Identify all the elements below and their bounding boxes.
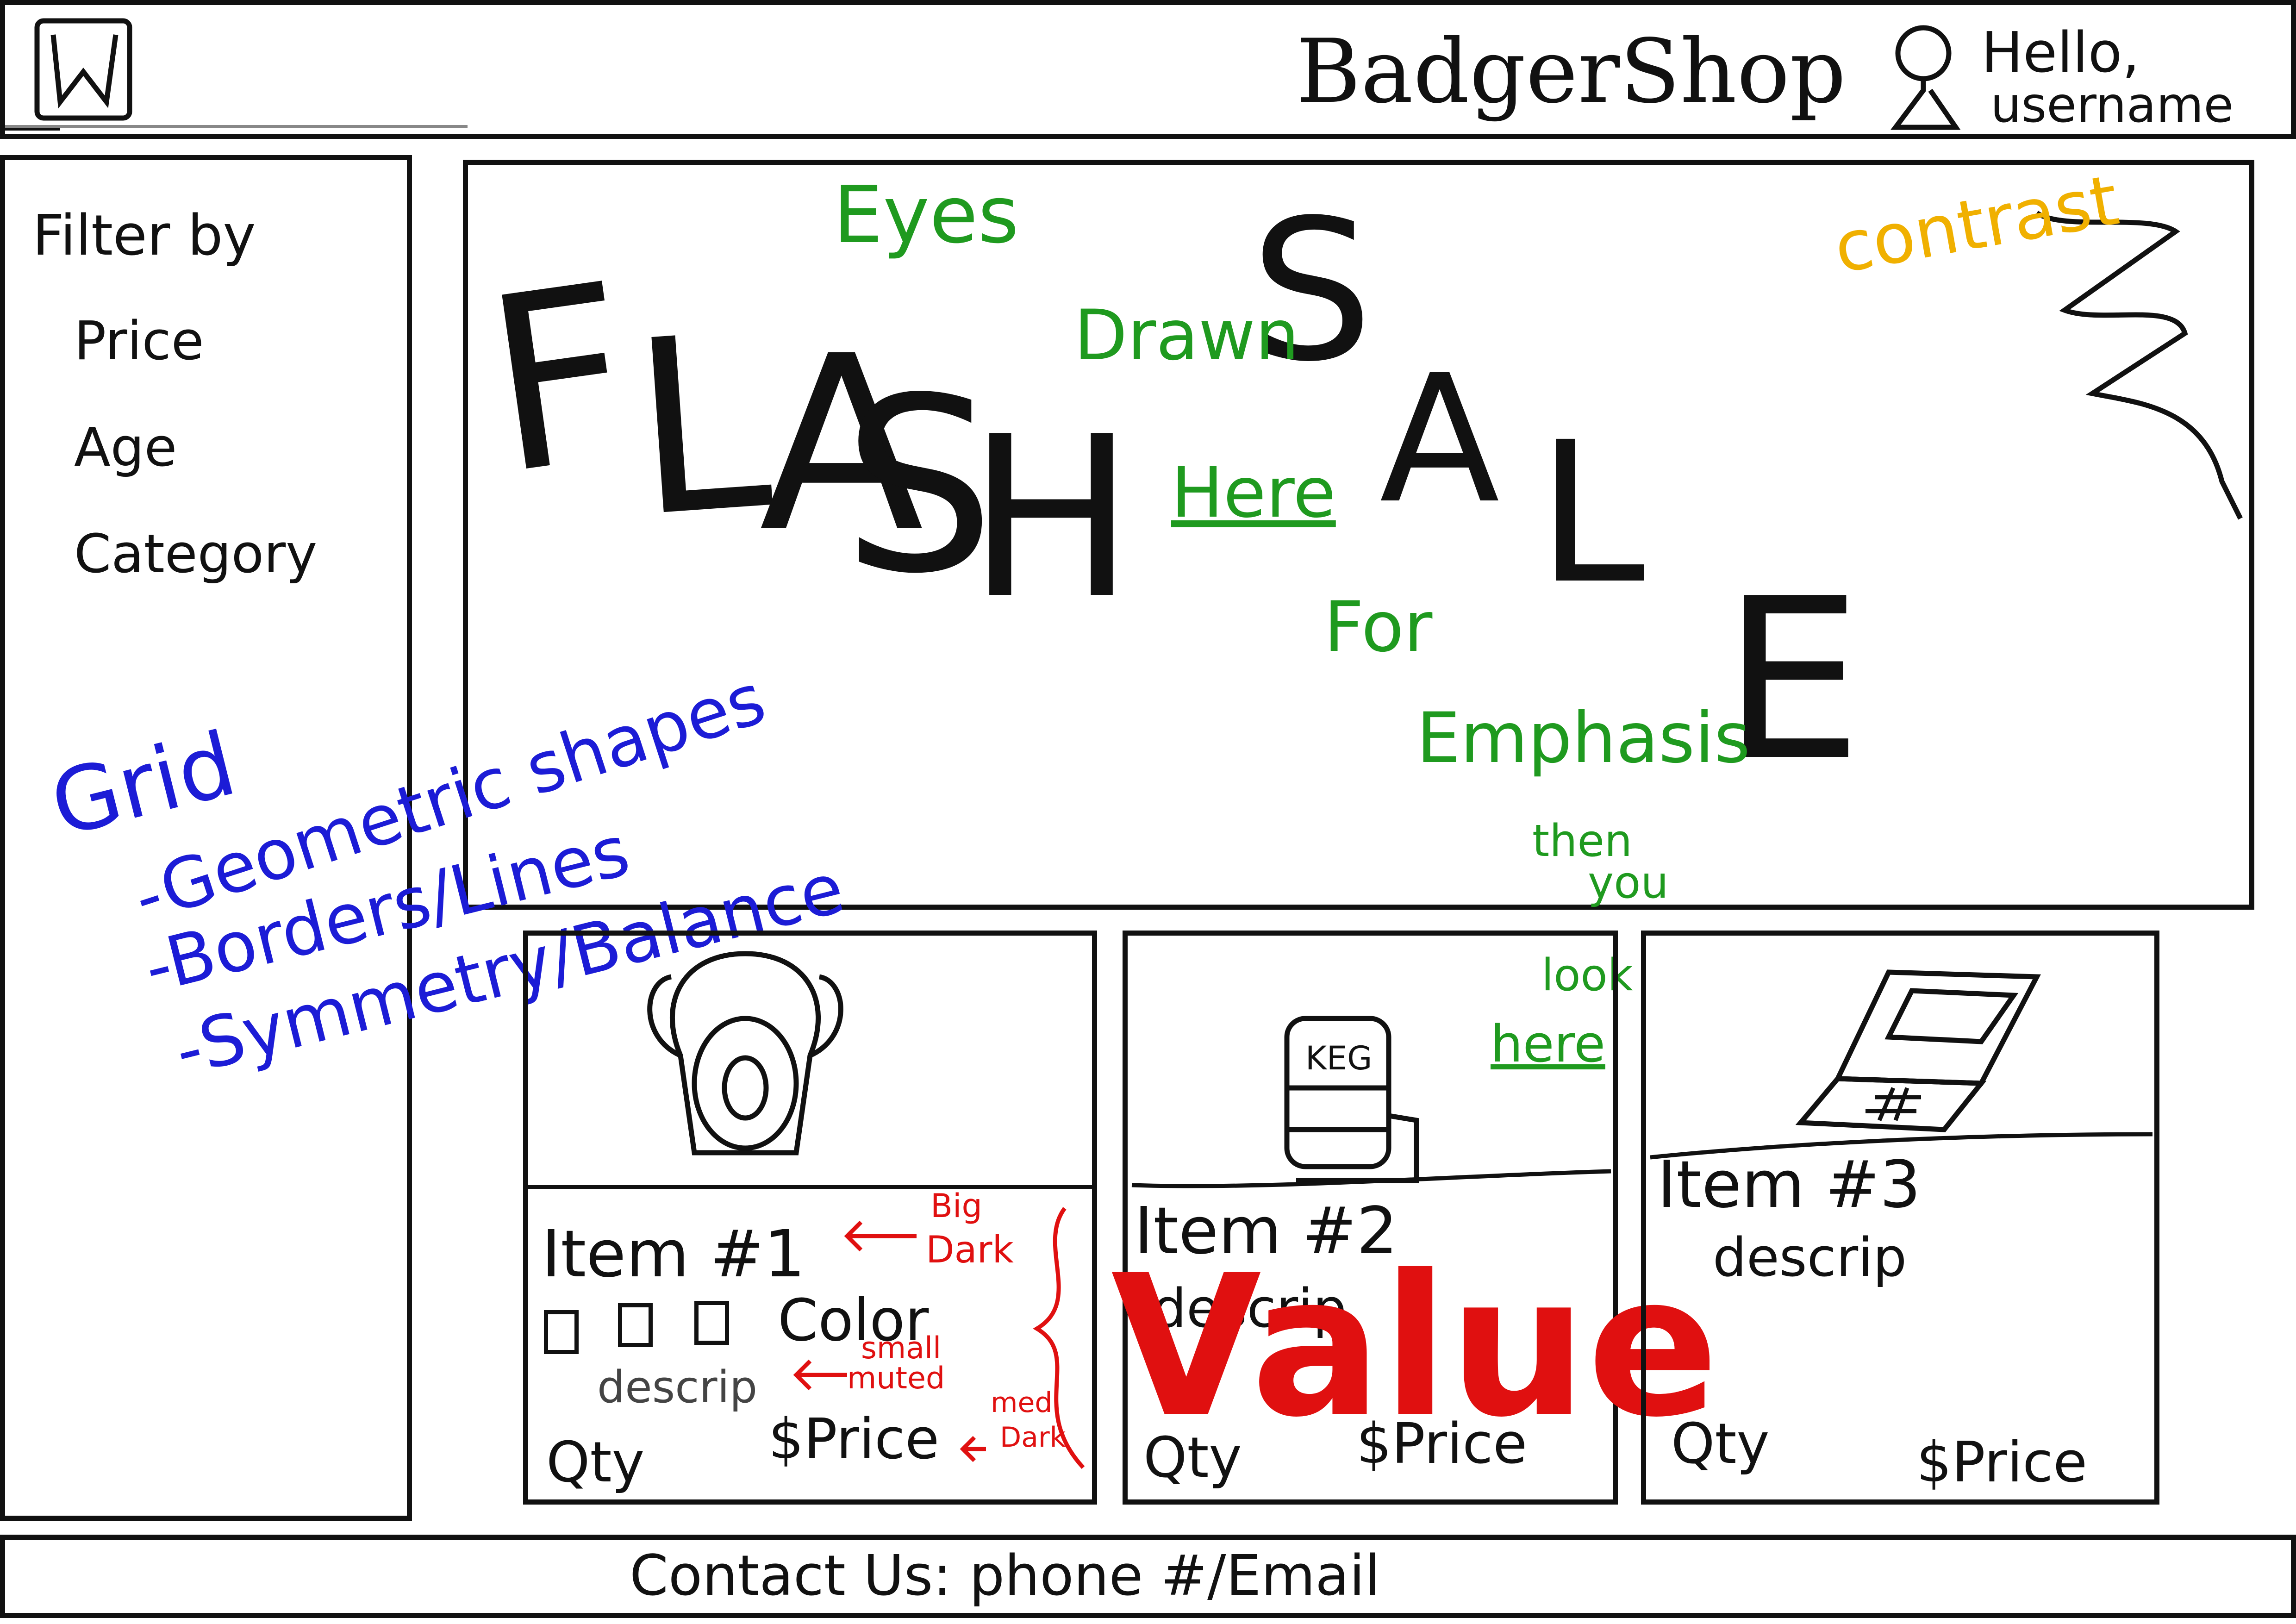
annotation-then: then [1532, 816, 1633, 867]
banner-letter: L [624, 281, 778, 571]
greeting-text: Hello, [1981, 21, 2140, 85]
filter-title: Filter by [32, 204, 256, 268]
banner-letter: L [1537, 400, 1645, 627]
backpack-icon [647, 951, 843, 1156]
product-description: descrip [597, 1362, 758, 1413]
color-swatch[interactable] [544, 1310, 579, 1354]
filter-option-category[interactable]: Category [74, 528, 317, 581]
annotation-emphasis: Emphasis [1416, 698, 1751, 779]
brand-title: BadgerShop [1296, 20, 1846, 123]
quantity-field[interactable]: Qty [1671, 1417, 1770, 1472]
username-link[interactable]: username [1990, 81, 2234, 130]
product-price: $Price [1916, 1430, 2088, 1495]
annotation-value: Value [1111, 1234, 1719, 1460]
user-avatar-icon[interactable] [1870, 21, 1972, 132]
university-w-logo-icon[interactable] [32, 16, 139, 123]
annotation-here: Here [1171, 453, 1336, 533]
filter-option-age[interactable]: Age [74, 421, 177, 475]
annotation-drawn: Drawn [1074, 295, 1299, 376]
contact-link[interactable]: Contact Us: phone #/Email [630, 1549, 1380, 1604]
product-description: descrip [1713, 1227, 1907, 1289]
keg-label: KEG [1305, 1039, 1372, 1077]
product-title[interactable]: Item #3 [1657, 1153, 1921, 1218]
quantity-field[interactable]: Qty [546, 1435, 645, 1491]
annotation-arrows [793, 1207, 1085, 1469]
annotation-for: For [1324, 587, 1433, 668]
card-divider [528, 1185, 1092, 1189]
annotation-eyes: Eyes [833, 169, 1019, 261]
filter-option-price[interactable]: Price [74, 315, 204, 368]
annotation-you: you [1588, 857, 1669, 908]
color-swatch[interactable] [618, 1303, 653, 1347]
color-swatch[interactable] [694, 1301, 729, 1345]
banner-letter: H [967, 389, 1135, 648]
banner-letter: A [1379, 337, 1500, 542]
